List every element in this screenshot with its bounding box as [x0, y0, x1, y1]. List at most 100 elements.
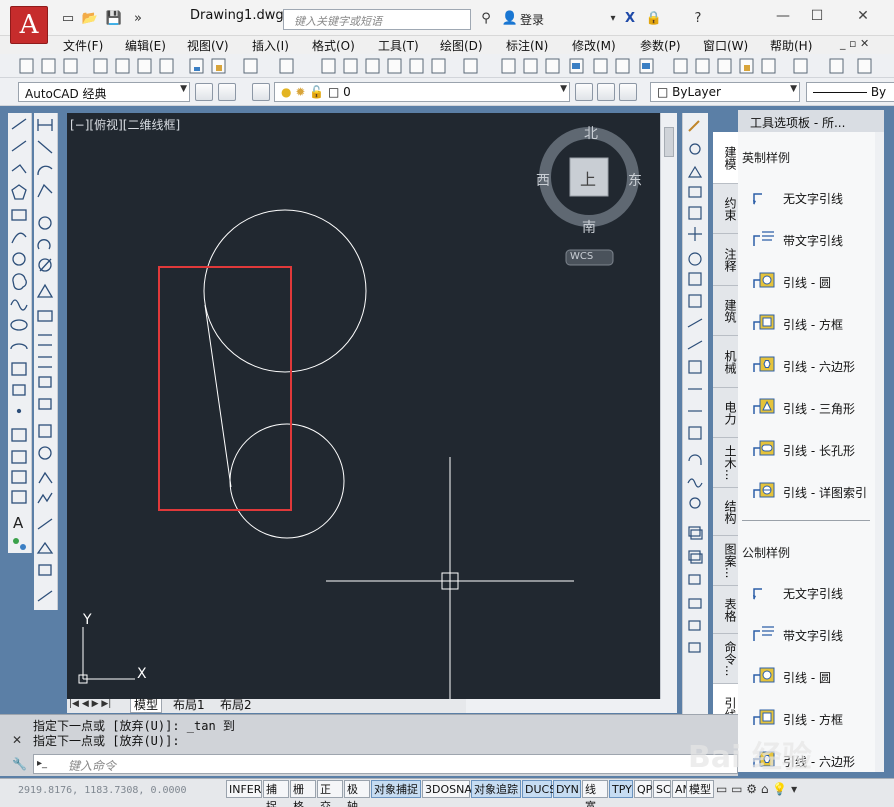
tab-palette-modeling[interactable]: 建模 [713, 132, 739, 184]
tab-palette-mechanical[interactable]: 机械 [713, 336, 739, 388]
leader-callout-icon [753, 482, 775, 498]
viewcube-west[interactable]: 西 [536, 170, 550, 190]
tab-palette-civil[interactable]: 土木... [713, 438, 739, 488]
command-prompt-icon[interactable]: ▸_ [37, 758, 47, 769]
viewcube-north[interactable]: 北 [584, 123, 598, 143]
layer-properties-icon[interactable] [252, 83, 270, 101]
tab-palette-electrical[interactable]: 电力 [713, 388, 739, 438]
tangent-line[interactable] [204, 304, 232, 488]
layer-select[interactable]: ● ✹ 🔓 □ 0 ▼ [274, 82, 570, 102]
status-toggle-2[interactable]: 栅格 [290, 780, 316, 807]
status-toggle-12[interactable]: QP [634, 780, 652, 798]
search-input[interactable]: 键入关键字或短语 [283, 9, 471, 30]
status-toggle-13[interactable]: SC [653, 780, 671, 798]
workspace-settings-icon[interactable] [195, 83, 213, 101]
menu-modify[interactable]: 修改(M) [572, 37, 616, 54]
tab-layout2[interactable]: 布局2 [217, 699, 255, 713]
status-toggle-0[interactable]: INFER [226, 780, 262, 798]
section-metric: 公制样例 [742, 546, 791, 560]
draw-toolbar-icons[interactable]: A [8, 113, 32, 553]
status-toggle-11[interactable]: TPY [609, 780, 633, 798]
new-icon[interactable]: ▭ [58, 9, 78, 29]
user-icon[interactable]: 👤 [500, 9, 520, 29]
modify-toolbar-icons[interactable] [34, 113, 58, 610]
login-link[interactable]: 登录 [520, 11, 544, 28]
tab-palette-annotation[interactable]: 注释 [713, 234, 739, 286]
layer-previous-icon[interactable] [597, 83, 615, 101]
status-toggle-8[interactable]: DUCS [522, 780, 556, 798]
tab-nav-arrows-icon[interactable]: |◀ ◀ ▶ ▶| [69, 699, 111, 709]
horizontal-scrollbar[interactable] [466, 699, 677, 713]
side-toolbar-icons[interactable] [683, 113, 709, 693]
status-toggle-3[interactable]: 正交 [317, 780, 343, 807]
palette-scrollbar[interactable] [875, 132, 884, 772]
menu-tools[interactable]: 工具(T) [378, 37, 419, 54]
autocad-logo-icon[interactable]: A [10, 6, 48, 44]
menu-dimension[interactable]: 标注(N) [506, 37, 548, 54]
save-icon[interactable]: 💾 [104, 9, 124, 29]
model-space-button[interactable]: 模型 [686, 780, 714, 798]
status-toggle-1[interactable]: 捕捉 [263, 780, 289, 807]
menu-draw[interactable]: 绘图(D) [440, 37, 483, 54]
layer-state-icon[interactable] [619, 83, 637, 101]
color-value: ByLayer [672, 85, 721, 99]
tab-palette-constraints[interactable]: 约束 [713, 184, 739, 234]
status-toggle-10[interactable]: 线宽 [582, 780, 608, 807]
small-circle[interactable] [229, 423, 345, 539]
exchange-icon[interactable]: X [620, 9, 640, 29]
status-toggle-6[interactable]: 3DOSNAP [422, 780, 479, 798]
drawing-canvas[interactable] [67, 113, 660, 699]
scroll-thumb[interactable] [664, 127, 674, 157]
linetype-value: By [870, 85, 887, 99]
workspace-value: AutoCAD 经典 [25, 87, 107, 101]
viewcube-east[interactable]: 东 [628, 170, 642, 190]
palette-title[interactable]: 工具选项板 - 所... [738, 110, 884, 132]
tab-palette-command[interactable]: 命令... [713, 634, 739, 684]
close-button[interactable]: ✕ [846, 6, 880, 28]
drawing-svg[interactable] [67, 113, 660, 699]
viewport-controls-label[interactable]: [−][俯视][二维线框] [70, 116, 180, 133]
palette-tab-strip: 建模 约束 注释 建筑 机械 电力 土木... 结构 图案... 表格 命令..… [713, 132, 739, 772]
status-tray-icons[interactable]: ▭ ▭ ⚙ ⌂ 💡 ▾ [716, 782, 797, 796]
tab-palette-structural[interactable]: 结构 [713, 488, 739, 536]
menu-window[interactable]: 窗口(W) [703, 37, 748, 54]
tab-model[interactable]: 模型 [130, 699, 163, 713]
close-command-icon[interactable]: ✕ [12, 733, 22, 747]
tab-layout1[interactable]: 布局1 [170, 699, 208, 713]
command-history-line: 指定下一点或 [放弃(U)]: _tan 到 [33, 719, 235, 733]
doc-minimize-icon[interactable]: _ ▫ ✕ [840, 37, 869, 50]
color-select[interactable]: □ ByLayer ▼ [650, 82, 800, 102]
viewcube-south[interactable]: 南 [582, 217, 596, 237]
status-toggle-4[interactable]: 极轴 [344, 780, 370, 807]
menu-view[interactable]: 视图(V) [187, 37, 229, 54]
menu-parameters[interactable]: 参数(P) [640, 37, 681, 54]
large-circle[interactable] [203, 209, 367, 373]
standard-toolbar-icons [14, 57, 874, 75]
menu-insert[interactable]: 插入(I) [252, 37, 289, 54]
open-icon[interactable]: 📂 [80, 9, 100, 29]
workspace-select[interactable]: AutoCAD 经典 ▼ [18, 82, 190, 102]
status-toggle-5[interactable]: 对象捕捉 [371, 780, 421, 798]
tab-palette-tables[interactable]: 表格 [713, 586, 739, 634]
status-toggle-9[interactable]: DYN [553, 780, 581, 798]
vertical-scrollbar[interactable] [660, 113, 677, 699]
menu-edit[interactable]: 编辑(E) [125, 37, 166, 54]
maximize-button[interactable]: ☐ [800, 6, 834, 28]
menu-help[interactable]: 帮助(H) [770, 37, 812, 54]
tab-palette-architectural[interactable]: 建筑 [713, 286, 739, 336]
menu-format[interactable]: 格式(O) [312, 37, 355, 54]
toolbar-icon-strip[interactable] [14, 57, 874, 75]
lock-icon[interactable]: 🔒 [644, 9, 664, 29]
make-current-icon[interactable] [575, 83, 593, 101]
tab-palette-hatch[interactable]: 图案... [713, 536, 739, 586]
minimize-button[interactable]: — [766, 6, 800, 28]
more-icon[interactable]: » [128, 9, 148, 29]
help-icon[interactable]: ? [688, 9, 708, 29]
status-toggle-7[interactable]: 对象追踪 [471, 780, 521, 798]
menu-file[interactable]: 文件(F) [63, 37, 103, 54]
wrench-icon[interactable]: 🔧 [12, 757, 27, 771]
linetype-select[interactable]: By [806, 82, 894, 102]
command-input[interactable] [33, 754, 738, 774]
binoculars-icon[interactable]: ⚲ [476, 9, 496, 29]
workspace-lock-icon[interactable] [218, 83, 236, 101]
